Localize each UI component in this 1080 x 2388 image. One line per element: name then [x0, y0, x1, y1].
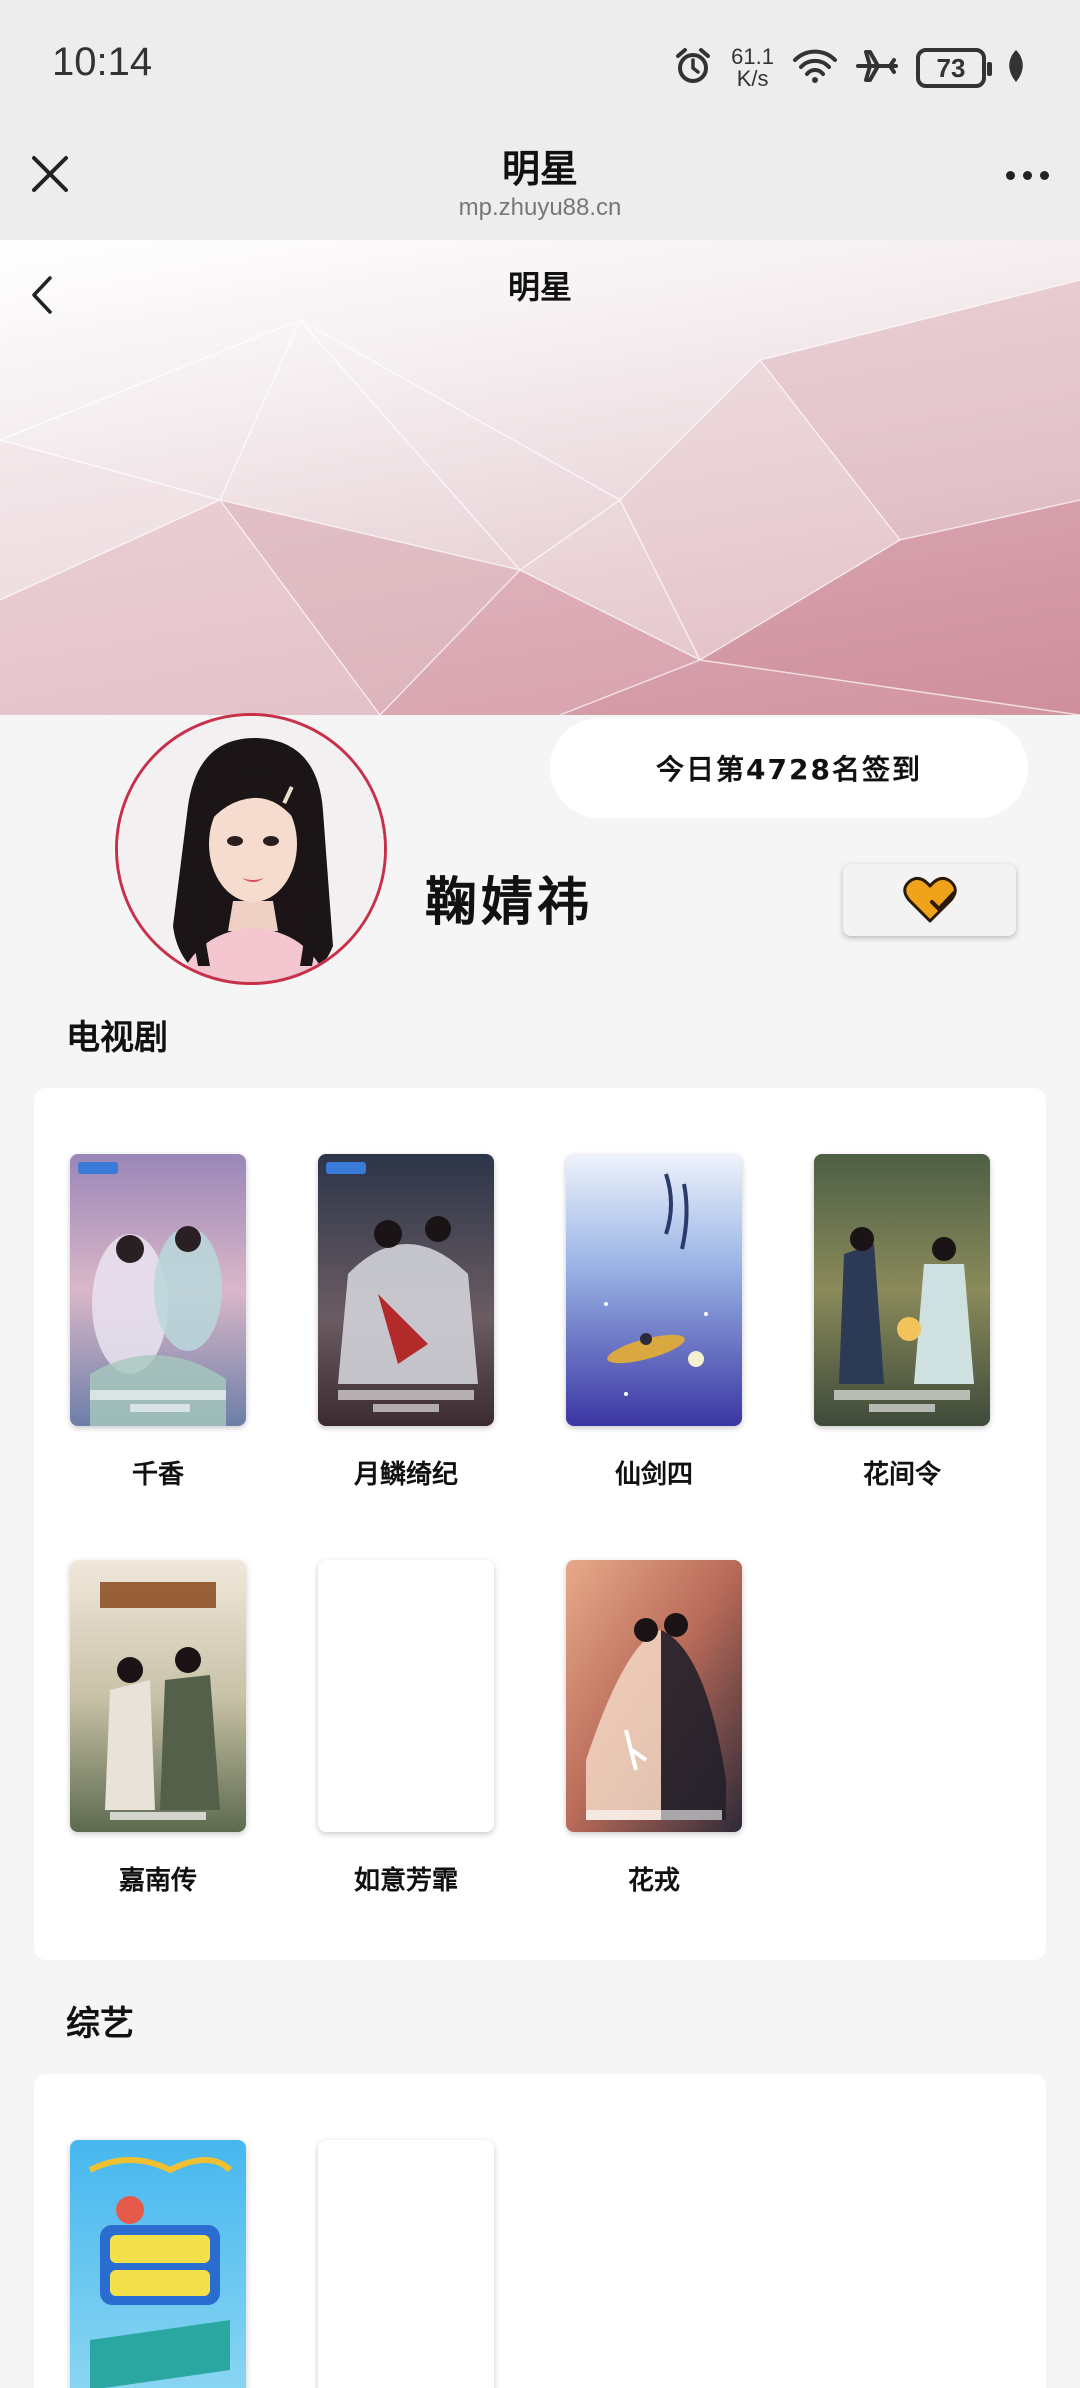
- status-icons: 61.1 K/s 73: [673, 38, 1028, 98]
- leaf-icon: [1004, 48, 1028, 88]
- battery-indicator: 73: [916, 48, 992, 88]
- tv-item-qianxiang[interactable]: 千香: [70, 1154, 246, 1491]
- tv-item-title: 千香: [131, 1460, 184, 1490]
- poster-image: [318, 1154, 494, 1426]
- poster-image: [70, 2140, 246, 2388]
- poster-image: [70, 1560, 246, 1832]
- avatar-image: [118, 716, 384, 982]
- tv-item-title: 如意芳霏: [353, 1866, 458, 1896]
- more-dot-icon: [1039, 170, 1049, 180]
- favorite-button[interactable]: [843, 864, 1016, 936]
- poster-image-placeholder: [318, 1560, 494, 1832]
- more-dot-icon: [1022, 170, 1032, 180]
- tv-card: 千香 月鳞绮纪 仙剑四 花间令 嘉南传 如意芳霏 花戎: [34, 1088, 1046, 1960]
- tv-item-huajianling[interactable]: 花间令: [814, 1154, 990, 1491]
- net-speed: 61.1 K/s: [731, 46, 774, 90]
- variety-item-qingchun[interactable]: [70, 2140, 246, 2388]
- variety-item-placeholder[interactable]: [318, 2140, 494, 2388]
- poster-image: [566, 1560, 742, 1832]
- tv-item-huarong[interactable]: 花戎: [566, 1560, 742, 1897]
- variety-card: [34, 2074, 1046, 2388]
- poster-image: [566, 1154, 742, 1426]
- poster-image: [814, 1154, 990, 1426]
- signin-status: 今日第4728名签到: [550, 718, 1028, 818]
- avatar: [115, 713, 387, 985]
- tv-item-title: 仙剑四: [614, 1460, 693, 1490]
- airplane-icon: [856, 46, 898, 90]
- section-heading-tv: 电视剧: [66, 1018, 168, 1058]
- tv-item-ruyifangfei[interactable]: 如意芳霏: [318, 1560, 494, 1897]
- poster-image: [70, 1154, 246, 1426]
- window-title: 明星: [501, 147, 578, 191]
- star-name: 鞠婧祎: [425, 873, 594, 933]
- wifi-icon: [792, 46, 838, 90]
- heart-check-icon: [902, 876, 957, 923]
- section-heading-variety: 综艺: [66, 2004, 134, 2044]
- window-url: mp.zhuyu88.cn: [458, 194, 622, 221]
- tv-item-title: 月鳞绮纪: [353, 1460, 458, 1490]
- tv-item-title: 嘉南传: [118, 1866, 197, 1896]
- mini-program-title-bar: 明星 mp.zhuyu88.cn: [0, 130, 1080, 240]
- tv-item-title: 花间令: [862, 1460, 941, 1490]
- status-time: 10:14: [52, 40, 153, 84]
- header-banner: 明星: [0, 240, 1080, 715]
- poster-image-placeholder: [318, 2140, 494, 2388]
- net-speed-unit: K/s: [736, 66, 769, 91]
- more-button[interactable]: [1002, 160, 1052, 190]
- banner-background-pattern: [0, 279, 1080, 715]
- tv-item-xianjiansi[interactable]: 仙剑四: [566, 1154, 742, 1491]
- tv-item-title: 花戎: [627, 1866, 680, 1896]
- alarm-icon: [673, 46, 713, 90]
- page-title: 明星: [507, 268, 572, 306]
- tv-item-jianan[interactable]: 嘉南传: [70, 1560, 246, 1897]
- net-speed-value: 61.1: [731, 44, 774, 69]
- status-bar: 10:14 61.1 K/s 73: [0, 0, 1080, 130]
- more-dot-icon: [1005, 170, 1015, 180]
- tv-item-yuelinqiji[interactable]: 月鳞绮纪: [318, 1154, 494, 1491]
